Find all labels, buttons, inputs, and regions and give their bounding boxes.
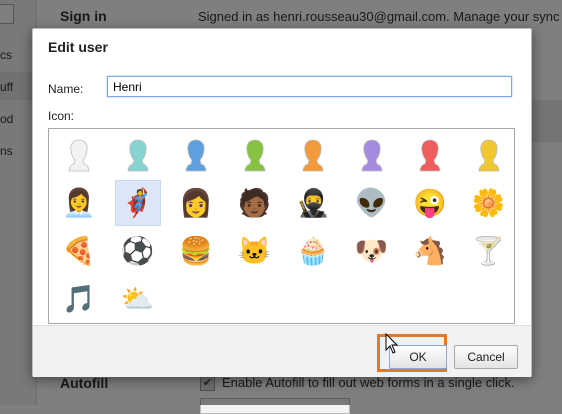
- avatar-option[interactable]: 🐶: [350, 229, 394, 273]
- cocktail-icon: 🍸: [471, 236, 506, 266]
- avatar-option[interactable]: 🍸: [467, 229, 511, 273]
- avatar-option[interactable]: [291, 133, 335, 177]
- avatar-option[interactable]: 👽: [350, 181, 394, 225]
- avatar-option[interactable]: 🧁: [291, 229, 335, 273]
- avatar-option[interactable]: [174, 133, 218, 177]
- music-note-icon: 🎵: [62, 284, 96, 314]
- burger-icon: 🍔: [179, 236, 213, 266]
- flower-icon: 🌼: [471, 188, 506, 218]
- ninja-icon: 🥷: [296, 188, 330, 218]
- avatar-option[interactable]: 🌼: [467, 181, 511, 225]
- avatar-option[interactable]: [408, 133, 452, 177]
- soccer-ball-icon: ⚽: [120, 236, 155, 266]
- avatar-option[interactable]: 👩‍💼: [57, 181, 101, 225]
- silhouette-teal-icon: [127, 139, 148, 172]
- avatar-option[interactable]: 👩: [174, 181, 218, 225]
- silhouette-blue-icon: [185, 139, 207, 172]
- avatar-option[interactable]: 🥷: [291, 181, 335, 225]
- cancel-button[interactable]: Cancel: [454, 345, 518, 369]
- silhouette-purple-icon: [361, 139, 382, 172]
- alien-icon: 👽: [354, 188, 389, 218]
- name-label: Name:: [48, 82, 84, 96]
- avatar-option[interactable]: [467, 133, 511, 177]
- silhouette-green-icon: [244, 139, 265, 172]
- silhouette-yellow-icon: [478, 139, 499, 172]
- edit-user-dialog: Edit user Name: Icon: 👩‍💼 🦸 👩 🧑🏾 🥷 👽 😜 🌼 🍕 ⚽ 🍔 🐱 🧁 🐶 🐴…: [32, 28, 532, 377]
- silhouette-orange-icon: [302, 139, 324, 172]
- avatar-option[interactable]: [233, 133, 277, 177]
- name-input[interactable]: [107, 76, 512, 97]
- avatar-option[interactable]: 🍔: [174, 229, 218, 273]
- icon-grid: 👩‍💼 🦸 👩 🧑🏾 🥷 👽 😜 🌼 🍕 ⚽ 🍔 🐱 🧁 🐶 🐴 🍸 🎵 ⛅: [48, 128, 515, 324]
- avatar-option[interactable]: [116, 133, 160, 177]
- avatar-option[interactable]: [350, 133, 394, 177]
- dialog-title: Edit user: [48, 39, 108, 55]
- cat-icon: 🐱: [237, 236, 272, 266]
- dog-icon: 🐶: [354, 236, 389, 266]
- avatar-option[interactable]: 😜: [408, 181, 452, 225]
- mouse-pointer-icon: [385, 333, 399, 354]
- superhero-icon: 🦸: [120, 188, 155, 218]
- icon-label: Icon:: [48, 109, 75, 123]
- pizza-icon: 🍕: [62, 236, 96, 266]
- avatar-option[interactable]: 🐱: [233, 229, 277, 273]
- sun-cloud-icon: ⛅: [120, 284, 155, 314]
- businesswoman-icon: 👩‍💼: [62, 188, 96, 218]
- avatar-option[interactable]: ⛅: [116, 277, 160, 321]
- man-suit-icon: 🧑🏾: [237, 188, 272, 218]
- dialog-footer: OK Cancel: [33, 325, 531, 377]
- cupcake-icon: 🧁: [296, 236, 330, 266]
- avatar-option[interactable]: 🍕: [57, 229, 101, 273]
- smiley-face-icon: 😜: [413, 188, 447, 218]
- silhouette-red-icon: [419, 139, 441, 172]
- avatar-option[interactable]: 🧑🏾: [233, 181, 277, 225]
- silhouette-white-icon: [68, 139, 90, 172]
- avatar-option[interactable]: 🎵: [57, 277, 101, 321]
- avatar-option[interactable]: 🦸: [114, 180, 161, 226]
- avatar-option[interactable]: 🐴: [408, 229, 452, 273]
- avatar-option[interactable]: ⚽: [116, 229, 160, 273]
- avatar-option[interactable]: [57, 133, 101, 177]
- horse-icon: 🐴: [413, 236, 447, 266]
- woman-sunglasses-icon: 👩: [179, 188, 213, 218]
